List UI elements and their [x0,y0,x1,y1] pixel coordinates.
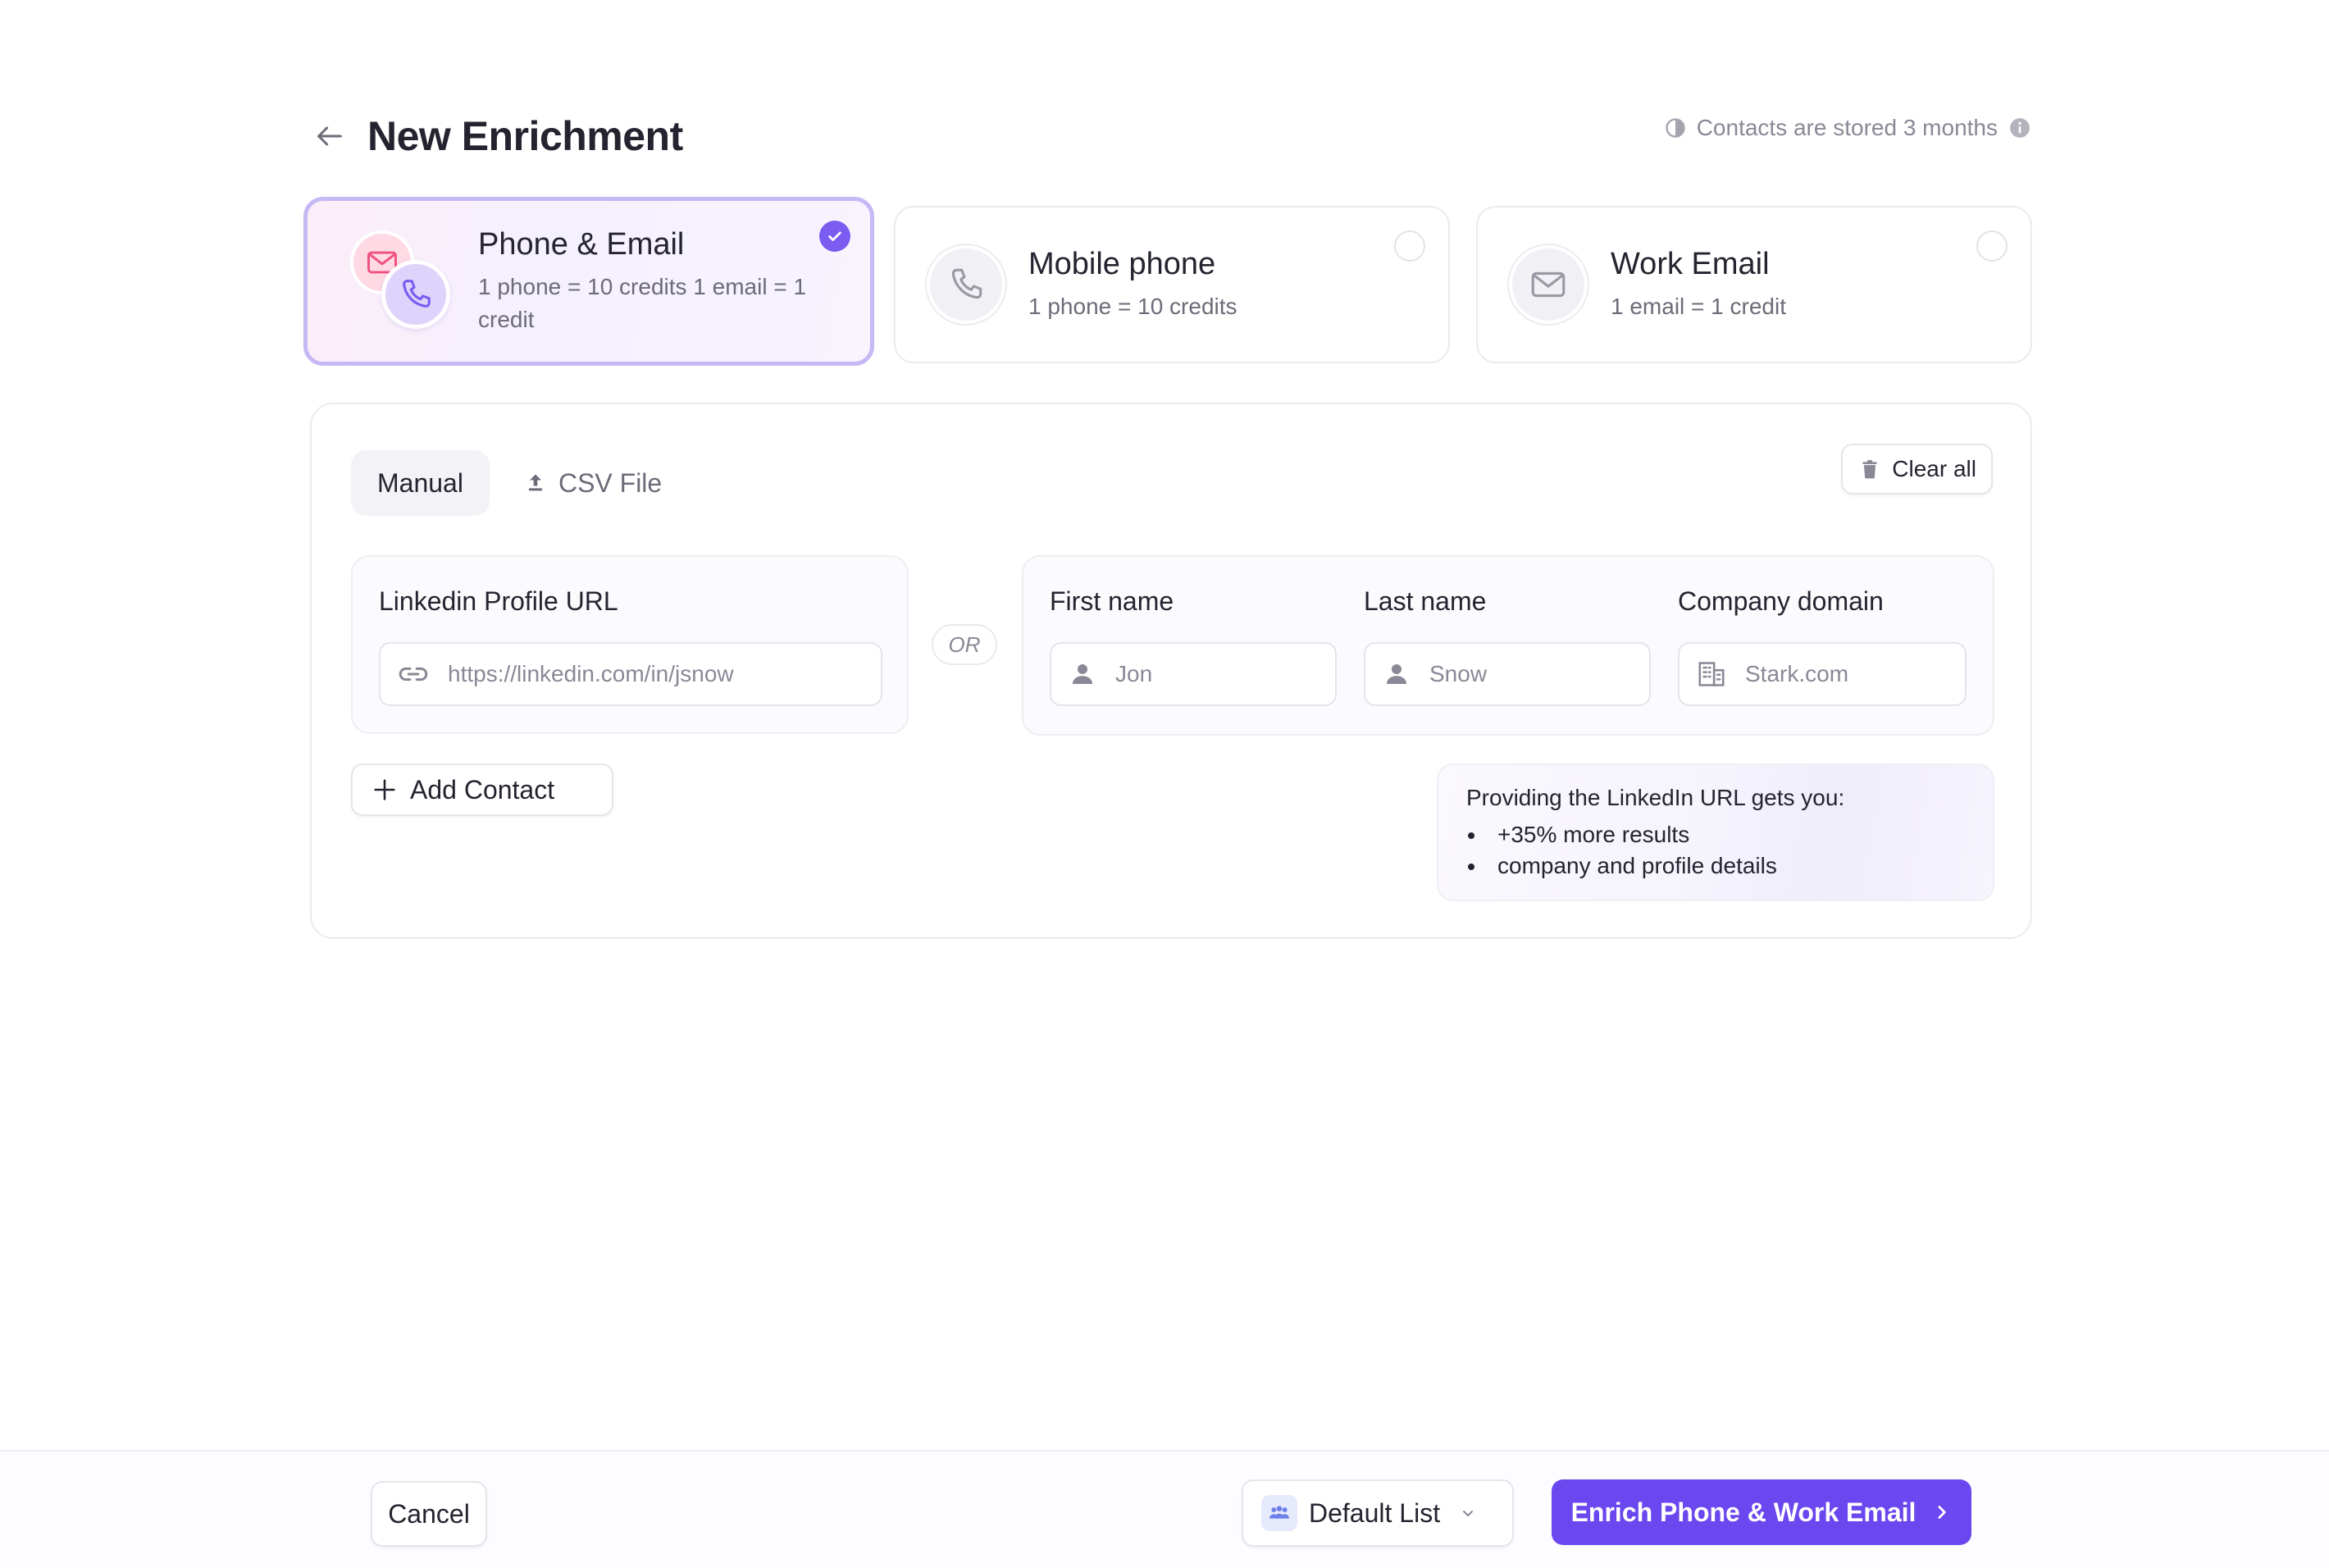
option-radio[interactable] [1394,230,1425,262]
selected-check-icon [819,221,850,252]
phone-email-icon-group [347,224,462,339]
storage-note-text: Contacts are stored 3 months [1696,115,1998,140]
option-phone-email[interactable]: Phone & Email 1 phone = 10 credits 1 ema… [303,197,874,366]
or-divider: OR [932,624,997,665]
add-contact-button[interactable]: Add Contact [351,763,613,816]
upload-icon [528,474,543,491]
tip-title: Providing the LinkedIn URL gets you: [1466,785,1845,810]
clear-all-label: Clear all [1892,456,1976,481]
last-name-label: Last name [1364,586,1487,616]
company-domain-placeholder: Stark.com [1745,661,1849,686]
person-icon [1073,664,1092,684]
contact-input-panel: Manual CSV File Clear all Linkedin Profi… [310,403,2032,939]
tab-label: CSV File [558,467,663,498]
input-mode-tabs: Manual CSV File [351,450,688,516]
add-contact-label: Add Contact [410,774,555,805]
page-header: New Enrichment Contacts are stored 3 mon… [308,108,2030,164]
info-icon[interactable] [2009,117,2030,139]
arrow-left-icon [317,126,342,146]
first-name-input[interactable]: Jon [1050,642,1337,706]
first-name-placeholder: Jon [1115,661,1153,686]
enrichment-type-options: Phone & Email 1 phone = 10 credits 1 ema… [303,197,2032,368]
envelope-icon [1509,245,1588,324]
person-icon [1387,664,1406,684]
linkedin-url-input[interactable]: https://linkedin.com/in/jsnow [379,642,882,706]
option-radio[interactable] [1976,230,2008,262]
list-select-value: Default List [1309,1497,1441,1528]
link-icon [399,667,428,681]
option-subtitle: 1 email = 1 credit [1611,293,1786,319]
option-title: Mobile phone [1028,246,1216,281]
cancel-button[interactable]: Cancel [371,1481,487,1547]
enrich-button[interactable]: Enrich Phone & Work Email [1552,1479,1971,1545]
tab-csv-file[interactable]: CSV File [498,450,688,516]
last-name-placeholder: Snow [1429,661,1488,686]
chevron-down-icon [1463,1511,1474,1516]
plus-icon [374,779,395,800]
name-company-group: First name Jon Last name Snow Company do… [1022,555,1994,736]
linkedin-url-label: Linkedin Profile URL [379,586,618,616]
linkedin-tip-box: Providing the LinkedIn URL gets you: +35… [1437,763,1994,901]
page-title: New Enrichment [367,113,683,159]
people-group-icon [1261,1495,1297,1531]
clear-all-button[interactable]: Clear all [1841,444,1993,495]
option-subtitle: 1 phone = 10 credits 1 email = 1 credit [478,273,807,332]
option-title: Work Email [1611,246,1770,281]
option-text: Work Email 1 email = 1 credit [1611,247,1786,323]
clock-half-icon [1666,118,1685,138]
tip-item: company and profile details [1466,850,1965,882]
tip-item: +35% more results [1466,819,1965,850]
tab-manual[interactable]: Manual [351,450,490,516]
option-title: Phone & Email [478,226,685,262]
chevron-right-icon [1938,1506,1947,1519]
option-subtitle: 1 phone = 10 credits [1028,293,1237,319]
option-text: Mobile phone 1 phone = 10 credits [1028,247,1237,323]
building-icon [1698,662,1725,686]
option-text: Phone & Email 1 phone = 10 credits 1 ema… [478,227,823,336]
new-enrichment-page: New Enrichment Contacts are stored 3 mon… [0,0,2329,1568]
option-mobile-phone[interactable]: Mobile phone 1 phone = 10 credits [894,206,1450,363]
company-domain-input[interactable]: Stark.com [1678,642,1967,706]
footer-bar: Cancel Default List Enrich Phone & Work … [0,1450,2329,1568]
phone-icon [381,260,450,329]
linkedin-url-placeholder: https://linkedin.com/in/jsnow [448,661,734,686]
list-select-dropdown[interactable]: Default List [1242,1479,1514,1547]
linkedin-url-group: Linkedin Profile URL https://linkedin.co… [351,555,909,734]
phone-icon [927,245,1005,324]
last-name-input[interactable]: Snow [1364,642,1651,706]
trash-icon [1862,460,1877,479]
option-work-email[interactable]: Work Email 1 email = 1 credit [1476,206,2032,363]
back-button[interactable] [308,115,351,157]
enrich-button-label: Enrich Phone & Work Email [1570,1497,1917,1527]
company-domain-label: Company domain [1678,586,1884,616]
first-name-label: First name [1050,586,1174,616]
tip-list: +35% more results company and profile de… [1466,819,1965,882]
storage-note: Contacts are stored 3 months [1664,115,2030,141]
